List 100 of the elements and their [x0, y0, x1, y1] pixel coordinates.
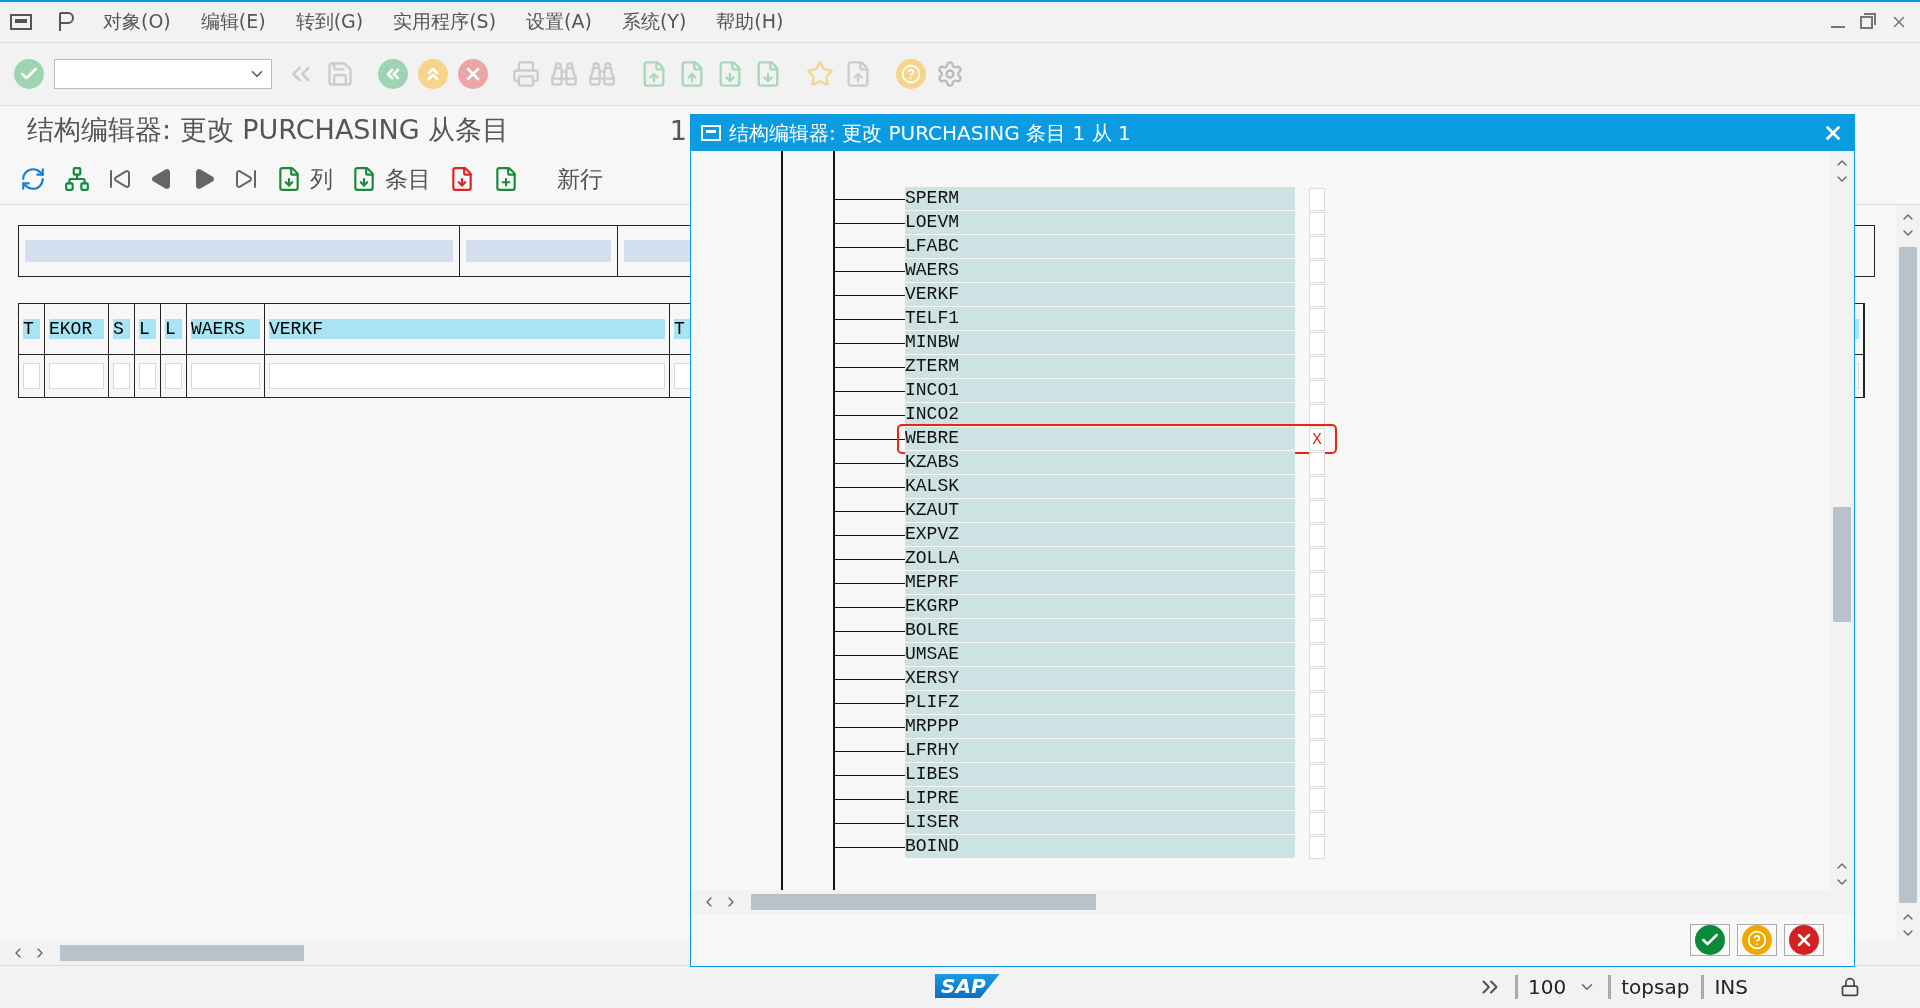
- scroll-thumb[interactable]: [60, 945, 304, 961]
- tree-node[interactable]: MRPPP: [905, 715, 1295, 738]
- vertical-scrollbar[interactable]: [1830, 151, 1854, 890]
- flag-field[interactable]: [1309, 667, 1325, 691]
- toolbar-button[interactable]: 列: [276, 163, 333, 195]
- flag-field[interactable]: [1309, 643, 1325, 667]
- flag-field[interactable]: [1309, 379, 1325, 403]
- vertical-scrollbar[interactable]: [1896, 205, 1920, 941]
- input-field[interactable]: [165, 363, 182, 389]
- tree-node[interactable]: PLIFZ: [905, 691, 1295, 714]
- tree-node[interactable]: BOLRE: [905, 619, 1295, 642]
- tree-node[interactable]: ZTERM: [905, 355, 1295, 378]
- menu-icon[interactable]: [10, 13, 32, 31]
- flag-field[interactable]: [1309, 571, 1325, 595]
- menu-item[interactable]: 转到(G): [280, 9, 379, 35]
- tree-node[interactable]: LOEVM: [905, 211, 1295, 234]
- scroll-thumb[interactable]: [1899, 247, 1917, 903]
- flag-field[interactable]: [1309, 187, 1325, 211]
- tree-node[interactable]: LFRHY: [905, 739, 1295, 762]
- flag-field[interactable]: X: [1309, 427, 1325, 451]
- input-field[interactable]: [113, 363, 130, 389]
- tree-node[interactable]: KALSK: [905, 475, 1295, 498]
- input-field[interactable]: [23, 363, 40, 389]
- column-header[interactable]: L: [165, 319, 182, 339]
- column-header[interactable]: S: [113, 319, 130, 339]
- save-icon[interactable]: [326, 60, 354, 88]
- find-next-icon[interactable]: [588, 60, 616, 88]
- input-field[interactable]: [49, 363, 104, 389]
- tree-node[interactable]: MINBW: [905, 331, 1295, 354]
- toolbar-button[interactable]: [64, 166, 90, 192]
- menu-item[interactable]: 编辑(E): [185, 9, 281, 35]
- flag-field[interactable]: [1309, 235, 1325, 259]
- column-header[interactable]: VERKF: [269, 319, 665, 339]
- back-button[interactable]: [378, 59, 408, 89]
- flag-field[interactable]: [1309, 211, 1325, 235]
- help-button[interactable]: [896, 59, 926, 89]
- toolbar-button[interactable]: [108, 167, 132, 191]
- flag-field[interactable]: [1309, 691, 1325, 715]
- flag-field[interactable]: [1309, 787, 1325, 811]
- flag-field[interactable]: [1309, 283, 1325, 307]
- flag-field[interactable]: [1309, 595, 1325, 619]
- flag-field[interactable]: [1309, 451, 1325, 475]
- tree-node[interactable]: LFABC: [905, 235, 1295, 258]
- menu-item[interactable]: 系统(Y): [606, 9, 702, 35]
- menu-item[interactable]: 实用程序(S): [378, 9, 512, 35]
- tree-node[interactable]: XERSY: [905, 667, 1295, 690]
- input-field[interactable]: [191, 363, 260, 389]
- menu-item[interactable]: 设置(A): [511, 9, 607, 35]
- confirm-button[interactable]: [1690, 924, 1730, 956]
- flag-field[interactable]: [1309, 523, 1325, 547]
- toolbar-button[interactable]: [449, 166, 475, 192]
- tree-node[interactable]: WAERS: [905, 259, 1295, 282]
- tree-node[interactable]: KZAUT: [905, 499, 1295, 522]
- flag-field[interactable]: [1309, 259, 1325, 283]
- input-field[interactable]: [269, 363, 665, 389]
- menu-item[interactable]: 帮助(H): [701, 9, 799, 35]
- flag-field[interactable]: [1309, 331, 1325, 355]
- input-field[interactable]: [25, 240, 453, 262]
- toolbar-button[interactable]: 新行: [557, 163, 603, 195]
- command-field[interactable]: [54, 59, 272, 89]
- tree-node[interactable]: EKGRP: [905, 595, 1295, 618]
- tree-node[interactable]: VERKF: [905, 283, 1295, 306]
- tree-node[interactable]: EXPVZ: [905, 523, 1295, 546]
- tree-node[interactable]: INCO2: [905, 403, 1295, 426]
- new-session-icon[interactable]: [806, 60, 834, 88]
- input-field[interactable]: [466, 240, 611, 262]
- toolbar-button[interactable]: 条目: [351, 163, 431, 195]
- flag-field[interactable]: [1309, 403, 1325, 427]
- flag-field[interactable]: [1309, 619, 1325, 643]
- scroll-thumb[interactable]: [1833, 507, 1851, 622]
- exit-button[interactable]: [418, 59, 448, 89]
- settings-icon[interactable]: [936, 60, 964, 88]
- tree-node[interactable]: LISER: [905, 811, 1295, 834]
- toolbar-button[interactable]: [20, 166, 46, 192]
- flag-field[interactable]: [1309, 547, 1325, 571]
- toolbar-button[interactable]: [493, 166, 519, 192]
- enter-button[interactable]: [14, 59, 44, 89]
- column-header[interactable]: L: [139, 319, 156, 339]
- flag-field[interactable]: [1309, 835, 1325, 859]
- flag-field[interactable]: [1309, 811, 1325, 835]
- flag-field[interactable]: [1309, 475, 1325, 499]
- find-icon[interactable]: [550, 60, 578, 88]
- tree-node[interactable]: KZABS: [905, 451, 1295, 474]
- restore-icon[interactable]: [1860, 13, 1876, 29]
- tree-node[interactable]: LIPRE: [905, 787, 1295, 810]
- tree-node[interactable]: UMSAE: [905, 643, 1295, 666]
- menu-item[interactable]: 对象(O): [88, 9, 186, 35]
- flag-field[interactable]: [1309, 739, 1325, 763]
- tree-node[interactable]: WEBRE: [905, 427, 1295, 450]
- scroll-thumb[interactable]: [751, 894, 1096, 910]
- tree-node[interactable]: ZOLLA: [905, 547, 1295, 570]
- tree-node[interactable]: MEPRF: [905, 571, 1295, 594]
- horizontal-scrollbar[interactable]: [691, 890, 1854, 914]
- tree-node[interactable]: INCO1: [905, 379, 1295, 402]
- flag-field[interactable]: [1309, 499, 1325, 523]
- tree-node[interactable]: SPERM: [905, 187, 1295, 210]
- print-icon[interactable]: [512, 60, 540, 88]
- flag-field[interactable]: [1309, 715, 1325, 739]
- tree-node[interactable]: TELF1: [905, 307, 1295, 330]
- column-header[interactable]: WAERS: [191, 319, 260, 339]
